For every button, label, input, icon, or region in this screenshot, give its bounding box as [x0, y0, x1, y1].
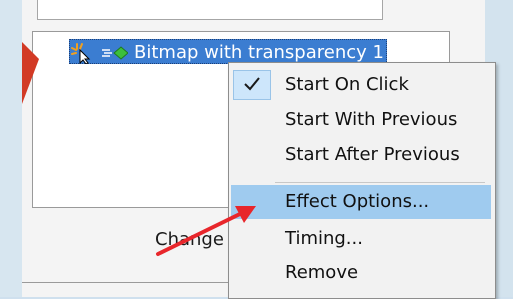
background-left [0, 0, 22, 297]
menu-item-label: Remove [285, 262, 359, 283]
mouse-click-icon [71, 43, 91, 64]
menu-item-effect-options[interactable]: Effect Options... [231, 185, 491, 219]
context-menu: Start On Click Start With Previous Start… [228, 62, 496, 299]
menu-item-timing[interactable]: Timing... [231, 222, 491, 256]
menu-item-start-on-click[interactable]: Start On Click [231, 68, 491, 102]
menu-item-label: Effect Options... [285, 191, 430, 212]
check-icon [244, 77, 260, 91]
menu-item-label: Timing... [285, 228, 363, 249]
menu-separator [275, 182, 485, 183]
annotation-arrow-icon [22, 42, 39, 104]
menu-item-remove[interactable]: Remove [231, 256, 491, 290]
top-field[interactable] [37, 0, 383, 20]
pointer-arrow-icon [156, 206, 256, 256]
menu-item-start-after-previous[interactable]: Start After Previous [231, 138, 491, 172]
motion-path-icon [102, 46, 128, 60]
menu-item-label: Start On Click [285, 74, 409, 95]
menu-item-start-with-previous[interactable]: Start With Previous [231, 103, 491, 137]
menu-item-label: Start With Previous [285, 109, 458, 130]
animation-list-item[interactable]: Bitmap with transparency 1 [69, 39, 387, 64]
menu-item-label: Start After Previous [285, 144, 460, 165]
